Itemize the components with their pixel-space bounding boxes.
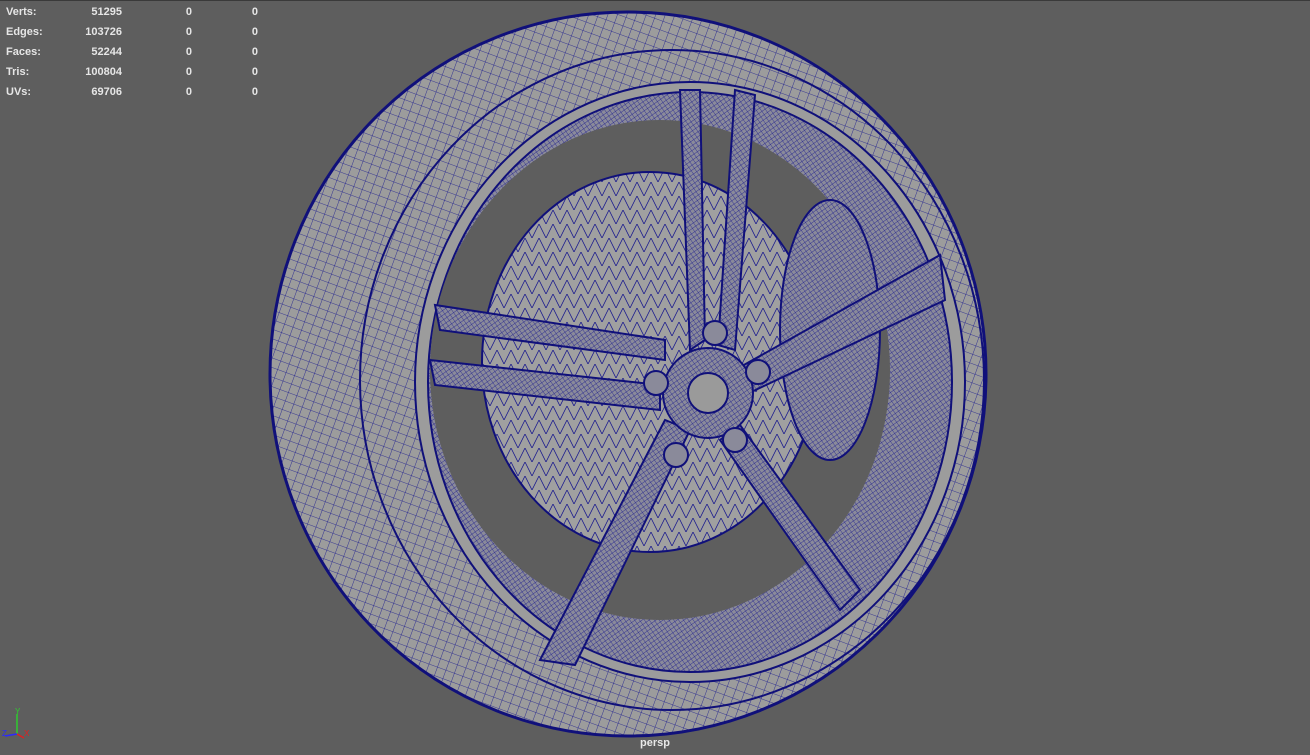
hud-value: 0 xyxy=(185,6,192,18)
hud-value: 0 xyxy=(251,46,258,58)
hud-value: 0 xyxy=(185,46,192,58)
hud-label: Faces: xyxy=(6,46,41,58)
hud-value: 103726 xyxy=(85,26,122,38)
hud-row-edges: Edges: 103726 0 0 xyxy=(6,22,258,42)
axis-gizmo-icon: Y Z X xyxy=(2,707,30,739)
hud-value: 0 xyxy=(185,86,192,98)
hud-value: 0 xyxy=(251,26,258,38)
poly-count-hud: Verts: 51295 0 0 Edges: 103726 0 0 Faces: 52244… xyxy=(6,2,258,102)
hud-value: 52244 xyxy=(91,46,122,58)
hud-value: 0 xyxy=(251,66,258,78)
hud-label: Edges: xyxy=(6,26,43,38)
wheel-mesh[interactable] xyxy=(268,10,988,738)
hud-row-faces: Faces: 52244 0 0 xyxy=(6,42,258,62)
hud-value: 69706 xyxy=(91,86,122,98)
hud-value: 0 xyxy=(251,6,258,18)
hud-row-uvs: UVs: 69706 0 0 xyxy=(6,82,258,102)
hud-label: Tris: xyxy=(6,66,30,78)
hud-value: 0 xyxy=(251,86,258,98)
camera-label: persp xyxy=(640,737,670,749)
hud-label: UVs: xyxy=(6,86,32,98)
center-cap xyxy=(687,372,729,414)
hud-row-verts: Verts: 51295 0 0 xyxy=(6,2,258,22)
hud-value: 0 xyxy=(185,26,192,38)
viewport-3d[interactable] xyxy=(0,0,1310,755)
hud-value: 51295 xyxy=(91,6,122,18)
hud-value: 100804 xyxy=(85,66,122,78)
hud-row-tris: Tris: 100804 0 0 xyxy=(6,62,258,82)
hud-label: Verts: xyxy=(6,6,37,18)
axis-y-label: Y xyxy=(15,707,21,716)
hud-value: 0 xyxy=(185,66,192,78)
